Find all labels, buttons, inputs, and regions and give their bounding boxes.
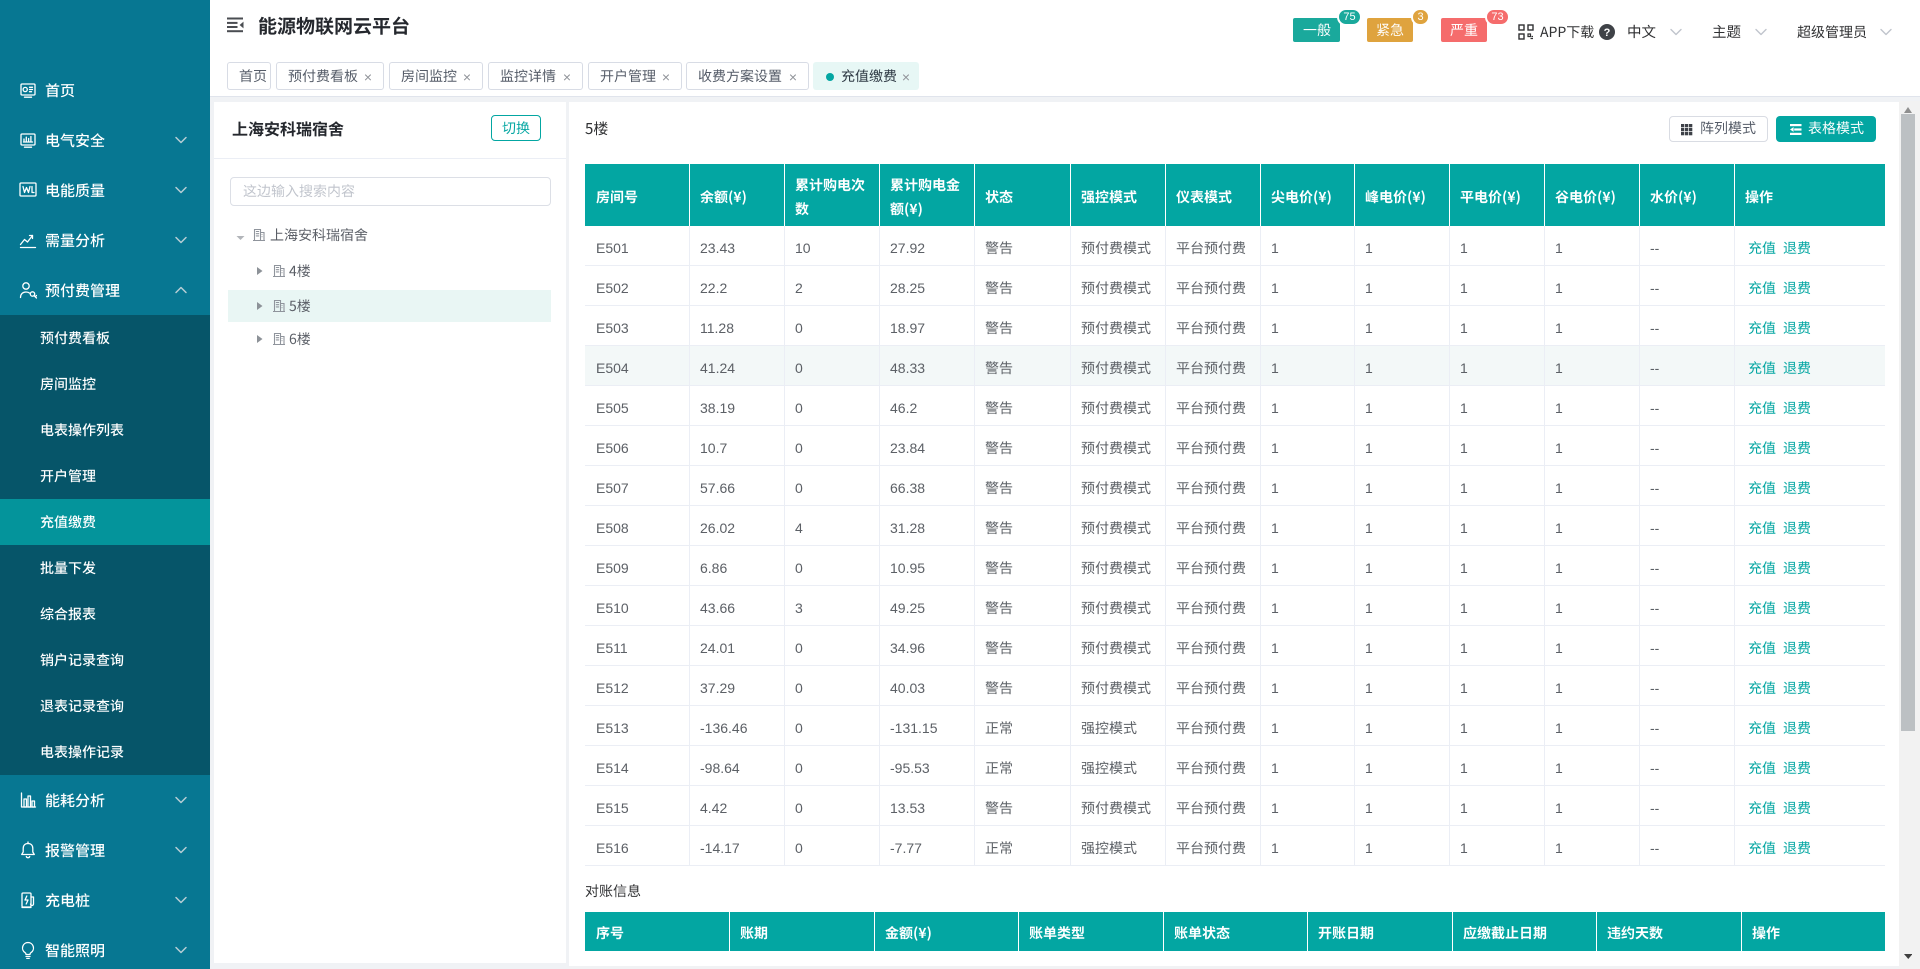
svg-text:?: ? — [1604, 27, 1611, 39]
